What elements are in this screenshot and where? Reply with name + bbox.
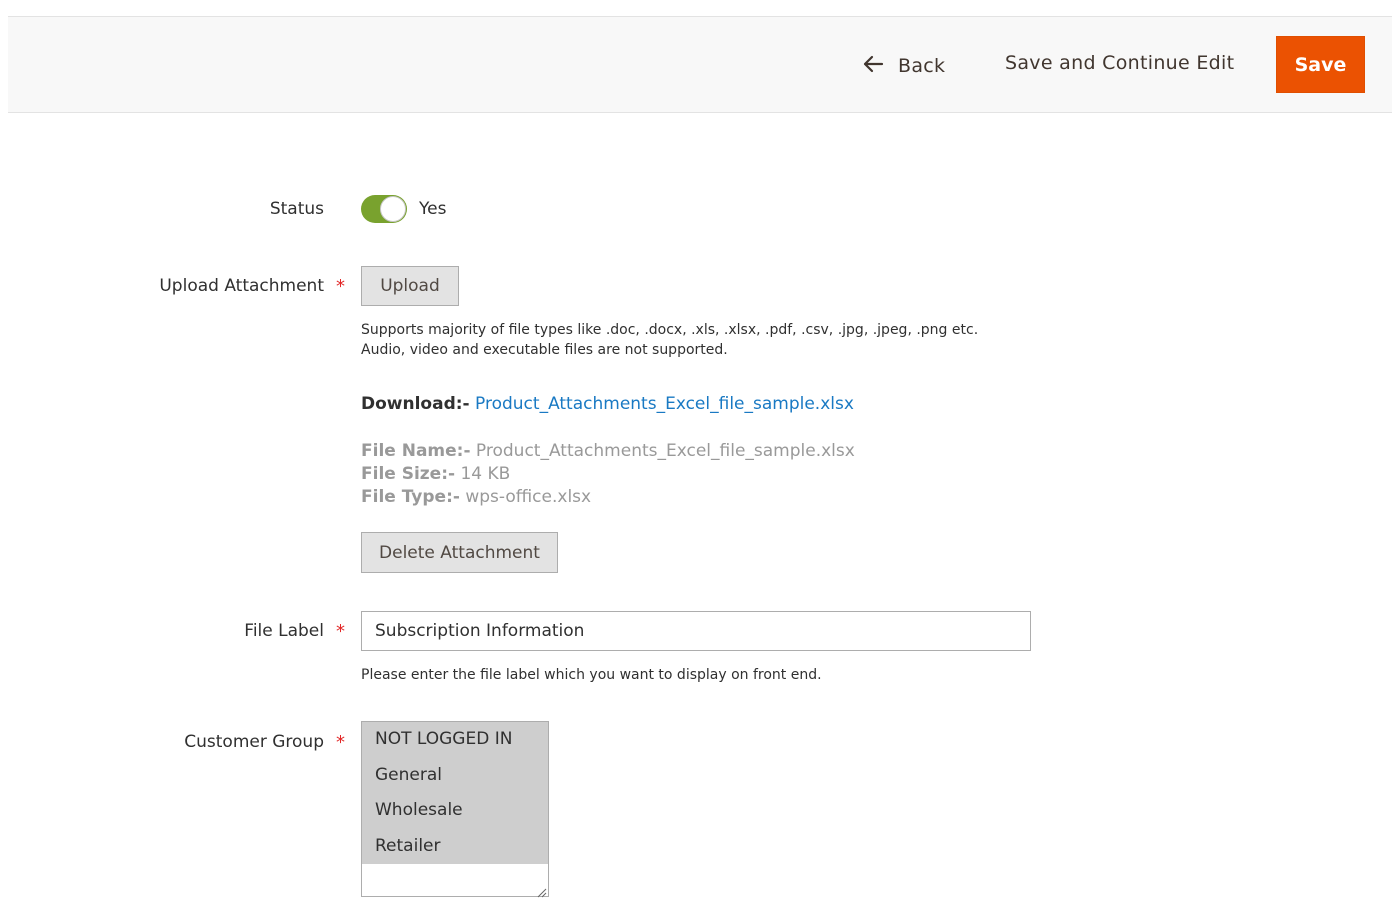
file-size-row: File Size:- 14 KB <box>361 464 510 484</box>
file-type-label: File Type:- <box>361 487 460 507</box>
toggle-knob <box>380 196 406 222</box>
file-type-row: File Type:- wps-office.xlsx <box>361 487 591 507</box>
file-size-label: File Size:- <box>361 464 456 484</box>
file-label-input[interactable] <box>361 611 1031 651</box>
upload-attachment-label: Upload Attachment <box>159 276 324 296</box>
arrow-left-icon <box>862 55 884 78</box>
status-value-text: Yes <box>419 199 447 219</box>
download-link[interactable]: Product_Attachments_Excel_file_sample.xl… <box>475 394 854 414</box>
customer-group-multiselect[interactable]: NOT LOGGED IN General Wholesale Retailer <box>361 721 549 898</box>
back-button-label: Back <box>898 55 946 77</box>
save-button[interactable]: Save <box>1276 36 1365 93</box>
file-name-row: File Name:- Product_Attachments_Excel_fi… <box>361 441 855 461</box>
back-button[interactable]: Back <box>862 52 945 80</box>
file-label-label: File Label <box>244 621 324 641</box>
required-mark: * <box>336 621 345 642</box>
status-label: Status <box>269 199 324 219</box>
customer-group-option[interactable]: Retailer <box>362 828 548 864</box>
customer-group-option[interactable]: General <box>362 757 548 793</box>
file-label-note: Please enter the file label which you wa… <box>361 667 822 683</box>
save-and-continue-button[interactable]: Save and Continue Edit <box>1005 52 1234 80</box>
required-mark: * <box>336 732 345 753</box>
customer-group-option[interactable]: NOT LOGGED IN <box>362 722 548 758</box>
file-size-value: 14 KB <box>460 464 511 484</box>
customer-group-option[interactable]: Wholesale <box>362 793 548 829</box>
status-toggle[interactable] <box>361 195 407 223</box>
download-prefix: Download:- <box>361 394 470 414</box>
customer-group-label: Customer Group <box>184 732 324 752</box>
page-actions-toolbar: Back Save and Continue Edit Save <box>8 16 1392 113</box>
upload-note: Supports majority of file types like .do… <box>361 322 979 358</box>
download-line: Download:- Product_Attachments_Excel_fil… <box>361 394 854 414</box>
file-name-value: Product_Attachments_Excel_file_sample.xl… <box>475 441 855 461</box>
file-type-value: wps-office.xlsx <box>465 487 592 507</box>
required-mark: * <box>336 276 345 297</box>
resize-grip-icon[interactable] <box>535 883 547 898</box>
delete-attachment-button[interactable]: Delete Attachment <box>361 532 558 573</box>
upload-button[interactable]: Upload <box>361 266 459 306</box>
file-name-label: File Name:- <box>361 441 471 461</box>
